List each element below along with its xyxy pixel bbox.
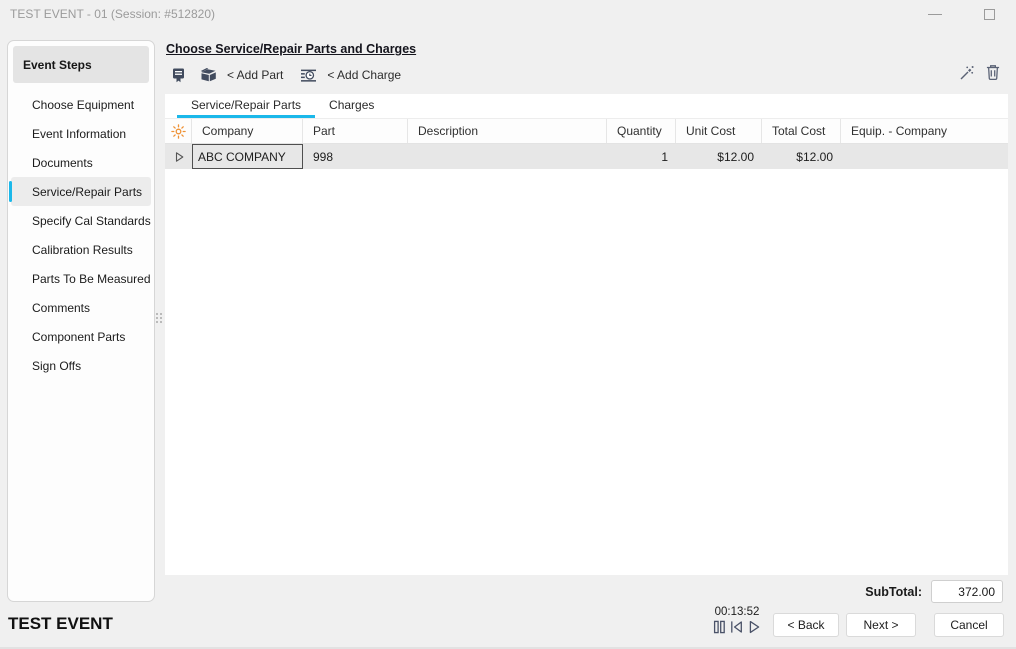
column-header-unit-cost[interactable]: Unit Cost [676, 119, 762, 143]
subtotal-bar: SubTotal: [865, 580, 1003, 603]
back-button[interactable]: < Back [773, 613, 839, 637]
parts-tabs: Service/Repair Parts Charges [165, 94, 1008, 119]
sidebar-item-event-information[interactable]: Event Information [8, 119, 154, 148]
maximize-icon [984, 9, 995, 20]
pause-icon[interactable] [713, 619, 726, 638]
event-steps-list: Choose Equipment Event Information Docum… [8, 90, 154, 380]
add-part-box-icon[interactable] [197, 64, 219, 86]
session-timer: 00:13:52 [706, 606, 768, 638]
sidebar-item-component-parts[interactable]: Component Parts [8, 322, 154, 351]
new-row-sun-icon[interactable] [165, 119, 192, 143]
cell-company[interactable]: ABC COMPANY [192, 144, 303, 169]
add-charge-list-clock-icon[interactable] [297, 64, 319, 86]
auto-fix-wand-icon[interactable] [956, 63, 976, 83]
column-header-total-cost[interactable]: Total Cost [762, 119, 841, 143]
cell-equip-company[interactable] [841, 144, 1008, 169]
tab-charges[interactable]: Charges [315, 94, 388, 118]
table-row: ABC COMPANY 998 1 $12.00 $12.00 [165, 144, 1008, 169]
column-header-quantity[interactable]: Quantity [607, 119, 676, 143]
sidebar-item-parts-to-be-measured[interactable]: Parts To Be Measured [8, 264, 154, 293]
page-title: Choose Service/Repair Parts and Charges [166, 42, 416, 56]
tab-service-repair-parts[interactable]: Service/Repair Parts [177, 94, 315, 118]
column-header-company[interactable]: Company [192, 119, 303, 143]
skip-to-start-icon[interactable] [729, 619, 744, 638]
play-icon[interactable] [747, 619, 761, 638]
cancel-button[interactable]: Cancel [934, 613, 1004, 637]
sidebar-item-sign-offs[interactable]: Sign Offs [8, 351, 154, 380]
event-steps-header: Event Steps [13, 46, 149, 83]
event-steps-panel: Event Steps Choose Equipment Event Infor… [7, 40, 155, 602]
subtotal-input[interactable] [931, 580, 1003, 603]
sidebar-item-choose-equipment[interactable]: Choose Equipment [8, 90, 154, 119]
add-part-button[interactable]: < Add Part [227, 68, 283, 82]
cell-part[interactable]: 998 [303, 144, 408, 169]
timer-controls [706, 619, 768, 638]
sidebar-item-documents[interactable]: Documents [8, 148, 154, 177]
next-button[interactable]: Next > [846, 613, 916, 637]
delete-trash-icon[interactable] [985, 63, 1001, 81]
cell-unit-cost[interactable]: $12.00 [676, 144, 762, 169]
minimize-icon [928, 14, 942, 15]
row-selector-icon[interactable] [165, 144, 192, 169]
column-header-equip-company[interactable]: Equip. - Company [841, 119, 1008, 143]
minimize-button[interactable] [918, 0, 952, 28]
receipt-icon[interactable] [167, 64, 189, 86]
sidebar-splitter-handle[interactable] [156, 313, 164, 328]
grid-header-row: Company Part Description Quantity Unit C… [165, 119, 1008, 144]
maximize-button[interactable] [972, 0, 1006, 28]
sidebar-item-specify-cal-standards[interactable]: Specify Cal Standards [8, 206, 154, 235]
title-bar: TEST EVENT - 01 (Session: #512820) [0, 0, 1016, 28]
subtotal-label: SubTotal: [865, 585, 922, 599]
column-header-part[interactable]: Part [303, 119, 408, 143]
parts-panel: Service/Repair Parts Charges Company Par… [165, 94, 1008, 575]
sidebar-item-service-repair-parts[interactable]: Service/Repair Parts [11, 177, 151, 206]
window-title: TEST EVENT - 01 (Session: #512820) [10, 7, 215, 21]
timer-value: 00:13:52 [706, 606, 768, 618]
add-charge-button[interactable]: < Add Charge [327, 68, 401, 82]
cell-total-cost[interactable]: $12.00 [762, 144, 841, 169]
selected-step-accent-bar [9, 181, 12, 202]
cell-description[interactable] [408, 144, 607, 169]
event-name-label: TEST EVENT [8, 614, 113, 634]
sidebar-item-calibration-results[interactable]: Calibration Results [8, 235, 154, 264]
sidebar-item-comments[interactable]: Comments [8, 293, 154, 322]
cell-quantity[interactable]: 1 [607, 144, 676, 169]
parts-toolbar: < Add Part < Add Charge [167, 63, 407, 87]
column-header-description[interactable]: Description [408, 119, 607, 143]
